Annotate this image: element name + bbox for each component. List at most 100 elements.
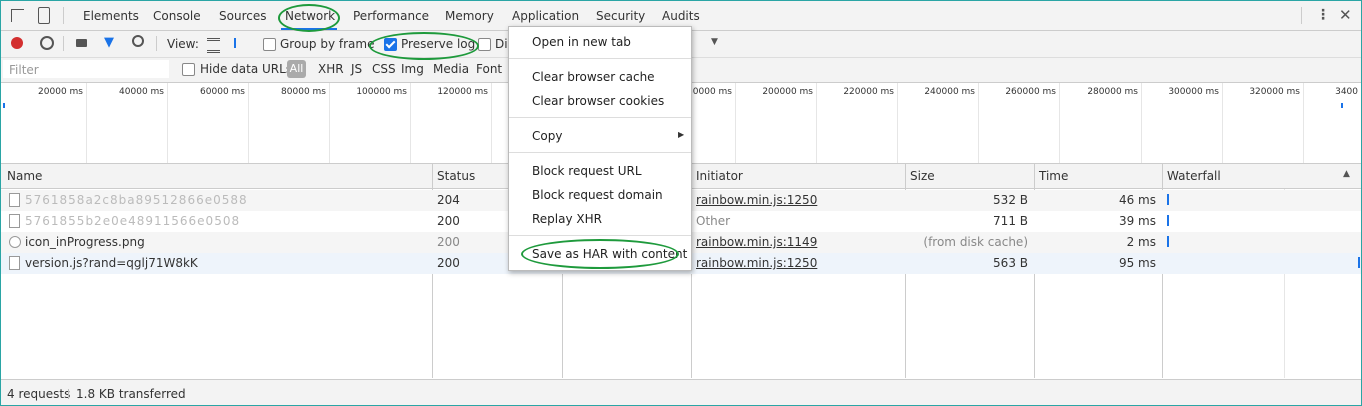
menu-item-block-request-domain[interactable]: Block request domain	[532, 188, 663, 202]
waterfall-bar	[1358, 257, 1360, 268]
file-icon	[9, 193, 20, 207]
filter-placeholder: Filter	[9, 63, 39, 77]
menu-item-replay-xhr[interactable]: Replay XHR	[532, 212, 602, 226]
close-icon[interactable]: ✕	[1339, 6, 1352, 24]
request-size: 563 B	[993, 256, 1028, 270]
group-by-frame-label: Group by frame	[280, 37, 375, 51]
disable-cache-label: Di	[495, 37, 508, 51]
throttling-dropdown-icon[interactable]: ▼	[711, 37, 718, 47]
hide-data-urls-checkbox[interactable]	[182, 63, 195, 76]
request-time: 39 ms	[1118, 214, 1156, 228]
tab-audits[interactable]: Audits	[662, 9, 700, 23]
request-name: version.js?rand=qglj71W8kK	[25, 256, 198, 270]
timeline-tick: 260000 ms	[978, 83, 1060, 163]
tab-console[interactable]: Console	[153, 9, 201, 23]
menu-separator	[509, 117, 691, 118]
timeline-tick: 80000 ms	[248, 83, 330, 163]
tab-performance[interactable]: Performance	[353, 9, 429, 23]
timeline-tick: 40000 ms	[86, 83, 168, 163]
timeline-tick: 320000 ms	[1222, 83, 1304, 163]
screenshot-camera-icon[interactable]	[76, 39, 87, 47]
type-filter-css[interactable]: CSS	[372, 62, 396, 76]
column-header-time[interactable]: Time	[1039, 169, 1068, 183]
request-status: 204	[437, 193, 460, 207]
menu-item-open-in-new-tab[interactable]: Open in new tab	[532, 35, 631, 49]
timeline-tick: 60000 ms	[167, 83, 249, 163]
divider	[63, 36, 64, 51]
transferred-size: 1.8 KB transferred	[76, 387, 186, 401]
highlight-network-tab	[278, 4, 340, 32]
timeline-marker	[3, 103, 5, 108]
column-header-size[interactable]: Size	[910, 169, 935, 183]
waterfall-bar	[1167, 215, 1169, 226]
request-status: 200	[437, 235, 460, 249]
request-initiator[interactable]: rainbow.min.js:1149	[696, 235, 817, 249]
tab-application[interactable]: Application	[512, 9, 579, 23]
type-filter-all[interactable]: All	[287, 60, 306, 78]
menu-item-clear-browser-cookies[interactable]: Clear browser cookies	[532, 94, 664, 108]
tab-security[interactable]: Security	[596, 9, 645, 23]
submenu-arrow-icon: ▶	[678, 130, 685, 139]
request-size: 711 B	[993, 214, 1028, 228]
request-count: 4 requests	[7, 387, 71, 401]
request-status: 200	[437, 256, 460, 270]
filter-icon[interactable]: ▼	[104, 35, 114, 50]
filter-input[interactable]: Filter	[3, 60, 169, 78]
timeline-tick: 280000 ms	[1059, 83, 1142, 163]
record-icon[interactable]	[11, 37, 23, 49]
search-icon[interactable]	[132, 35, 144, 47]
menu-item-block-request-url[interactable]: Block request URL	[532, 164, 642, 178]
overview-waterfall-icon[interactable]	[234, 38, 249, 48]
clear-icon[interactable]	[40, 36, 54, 50]
request-name: icon_inProgress.png	[25, 235, 145, 249]
timeline-tick: 300000 ms	[1141, 83, 1223, 163]
more-options-icon[interactable]: ⋮	[1316, 7, 1330, 23]
tab-memory[interactable]: Memory	[445, 9, 494, 23]
image-file-icon	[9, 236, 21, 248]
menu-item-copy[interactable]: Copy	[532, 129, 562, 143]
view-label: View:	[167, 37, 199, 51]
type-filter-js[interactable]: JS	[351, 62, 362, 76]
timeline-tick: 220000 ms	[816, 83, 898, 163]
request-name: 5761858a2c8ba89512866e0588	[25, 193, 248, 207]
file-icon	[9, 256, 20, 270]
menu-separator	[509, 58, 691, 59]
request-status: 200	[437, 214, 460, 228]
type-filter-media[interactable]: Media	[433, 62, 469, 76]
highlight-save-as-har	[521, 239, 679, 269]
request-name: 5761855b2e0e48911566e0508	[25, 214, 241, 228]
type-filter-xhr[interactable]: XHR	[318, 62, 344, 76]
timeline-tick: 240000 ms	[897, 83, 979, 163]
timeline-tick: 100000 ms	[329, 83, 411, 163]
status-bar: 4 requests 1.8 KB transferred	[1, 379, 1361, 405]
request-initiator[interactable]: rainbow.min.js:1250	[696, 256, 817, 270]
column-header-name[interactable]: Name	[7, 169, 42, 183]
request-size: 532 B	[993, 193, 1028, 207]
inspect-element-icon[interactable]	[11, 9, 24, 22]
tab-elements[interactable]: Elements	[83, 9, 139, 23]
disable-cache-checkbox[interactable]	[478, 38, 491, 51]
timeline-tick: 200000 ms	[735, 83, 817, 163]
tab-sources[interactable]: Sources	[219, 9, 266, 23]
group-by-frame-checkbox[interactable]	[263, 38, 276, 51]
menu-item-clear-browser-cache[interactable]: Clear browser cache	[532, 70, 655, 84]
device-toolbar-icon[interactable]	[38, 7, 50, 24]
column-header-status[interactable]: Status	[437, 169, 475, 183]
hide-data-urls-label: Hide data URLs	[200, 62, 293, 76]
timeline-tick: 20000 ms	[1, 83, 87, 163]
large-rows-icon[interactable]	[207, 38, 220, 53]
waterfall-bar	[1167, 194, 1169, 205]
divider	[68, 389, 69, 399]
type-filter-font[interactable]: Font	[476, 62, 502, 76]
request-initiator: Other	[696, 214, 731, 228]
column-header-waterfall[interactable]: Waterfall	[1167, 169, 1221, 183]
timeline-tick: 120000 ms	[410, 83, 492, 163]
sort-ascending-icon[interactable]: ▲	[1343, 169, 1350, 179]
column-header-initiator[interactable]: Initiator	[696, 169, 743, 183]
divider	[63, 7, 64, 24]
devtools-window: Elements Console Sources Network Perform…	[0, 0, 1362, 406]
timeline-tick: 3400	[1335, 87, 1358, 97]
request-initiator[interactable]: rainbow.min.js:1250	[696, 193, 817, 207]
type-filter-img[interactable]: Img	[401, 62, 424, 76]
request-time: 46 ms	[1118, 193, 1156, 207]
